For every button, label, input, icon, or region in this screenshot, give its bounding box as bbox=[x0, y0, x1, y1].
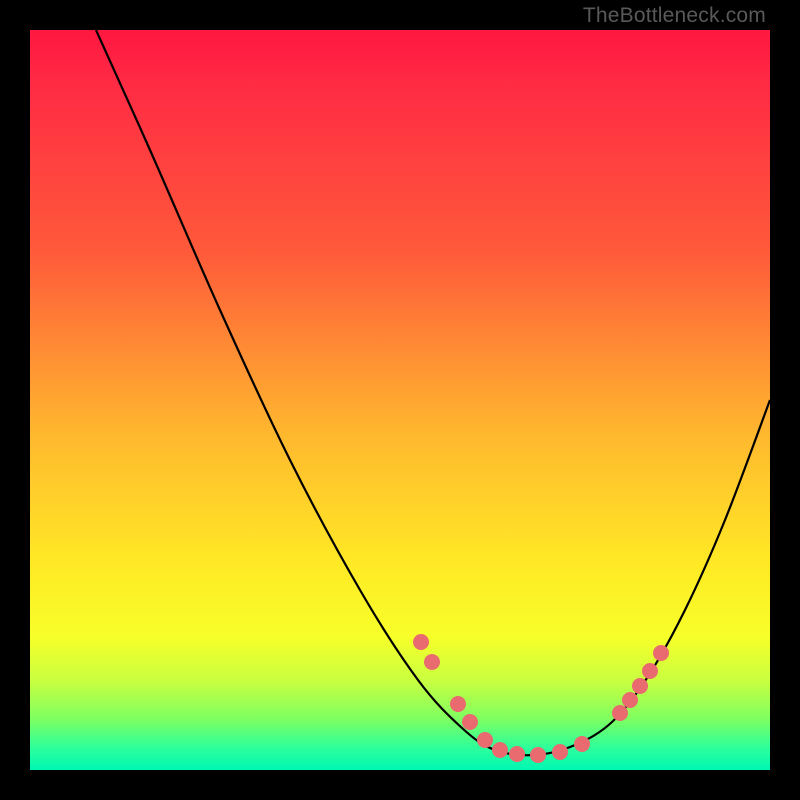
marker-dot bbox=[612, 705, 628, 721]
curve-svg bbox=[30, 30, 770, 770]
marker-group bbox=[413, 634, 669, 763]
bottleneck-curve bbox=[96, 30, 770, 755]
marker-dot bbox=[424, 654, 440, 670]
plot-area bbox=[30, 30, 770, 770]
marker-dot bbox=[477, 732, 493, 748]
marker-dot bbox=[450, 696, 466, 712]
watermark-text: TheBottleneck.com bbox=[583, 4, 766, 28]
marker-dot bbox=[530, 747, 546, 763]
marker-dot bbox=[574, 736, 590, 752]
chart-stage: TheBottleneck.com bbox=[0, 0, 800, 800]
marker-dot bbox=[552, 744, 568, 760]
marker-dot bbox=[509, 746, 525, 762]
marker-dot bbox=[632, 678, 648, 694]
marker-dot bbox=[653, 645, 669, 661]
marker-dot bbox=[413, 634, 429, 650]
marker-dot bbox=[622, 692, 638, 708]
marker-dot bbox=[492, 742, 508, 758]
marker-dot bbox=[462, 714, 478, 730]
marker-dot bbox=[642, 663, 658, 679]
